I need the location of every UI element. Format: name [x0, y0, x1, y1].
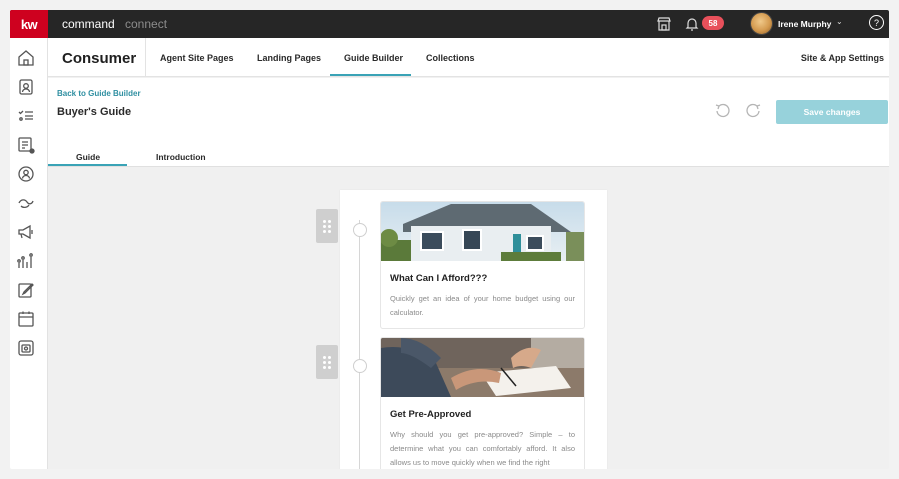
redo-icon[interactable] [744, 102, 762, 120]
sidebar [10, 38, 48, 469]
save-changes-button[interactable]: Save changes [776, 100, 888, 124]
kw-logo[interactable]: kw [10, 10, 48, 38]
undo-icon[interactable] [714, 102, 732, 120]
notification-badge[interactable]: 58 [702, 16, 724, 30]
guide-step-card[interactable]: What Can I Afford??? Quickly get an idea… [380, 201, 585, 329]
contacts-icon[interactable] [17, 78, 35, 96]
home-icon[interactable] [17, 49, 35, 67]
house-photo [381, 202, 584, 261]
location-user-icon[interactable] [17, 165, 35, 183]
app-window: kw command connect 58 Irene Murphy ⌄ ? C… [10, 10, 889, 469]
megaphone-icon[interactable] [17, 223, 35, 241]
site-app-settings-link[interactable]: Site & App Settings [801, 53, 884, 63]
step-title: Get Pre-Approved [390, 409, 472, 420]
back-to-guide-builder-link[interactable]: Back to Guide Builder [57, 89, 141, 98]
user-avatar[interactable] [750, 12, 773, 35]
tab-landing-pages[interactable]: Landing Pages [257, 53, 321, 63]
nav-divider [145, 38, 146, 77]
signing-document-photo [381, 338, 584, 397]
active-inner-tab-indicator [48, 164, 127, 166]
consumer-nav: Consumer Agent Site Pages Landing Pages … [48, 38, 889, 77]
tab-agent-site-pages[interactable]: Agent Site Pages [160, 53, 234, 63]
tab-introduction[interactable]: Introduction [156, 152, 206, 162]
opportunities-icon[interactable] [17, 136, 35, 154]
tab-collections[interactable]: Collections [426, 53, 475, 63]
top-bar: kw command connect 58 Irene Murphy ⌄ ? [10, 10, 889, 38]
section-title: Consumer [62, 50, 137, 67]
tab-guide-builder[interactable]: Guide Builder [344, 53, 403, 63]
calendar-icon[interactable] [17, 310, 35, 328]
bell-icon[interactable] [684, 16, 700, 32]
tasks-icon[interactable] [17, 107, 35, 125]
brand-command: command [62, 17, 115, 31]
tab-guide[interactable]: Guide [76, 152, 100, 162]
help-icon[interactable]: ? [869, 15, 884, 30]
guide-header: Back to Guide Builder Buyer's Guide Save… [48, 78, 889, 167]
drag-handle-icon[interactable] [316, 345, 338, 379]
active-tab-indicator [330, 74, 411, 76]
step-title: What Can I Afford??? [390, 273, 488, 284]
store-icon[interactable] [656, 16, 672, 32]
guide-title: Buyer's Guide [57, 106, 132, 118]
timeline-node [353, 223, 367, 237]
designs-icon[interactable] [17, 281, 35, 299]
guide-step-card[interactable]: Get Pre-Approved Why should you get pre-… [380, 337, 585, 469]
analytics-icon[interactable] [17, 252, 35, 270]
timeline-line [359, 220, 360, 469]
drag-handle-icon[interactable] [316, 209, 338, 243]
user-name[interactable]: Irene Murphy [778, 19, 831, 29]
step-description: Quickly get an idea of your home budget … [390, 294, 575, 317]
app-settings-icon[interactable] [17, 339, 35, 357]
handshake-icon[interactable] [17, 194, 35, 212]
timeline-node [353, 359, 367, 373]
chevron-down-icon[interactable]: ⌄ [836, 17, 843, 26]
brand-connect: connect [125, 17, 168, 31]
guide-steps-column: What Can I Afford??? Quickly get an idea… [340, 190, 607, 469]
step-description: Why should you get pre-approved? Simple … [390, 430, 575, 467]
guide-canvas: What Can I Afford??? Quickly get an idea… [48, 167, 889, 469]
